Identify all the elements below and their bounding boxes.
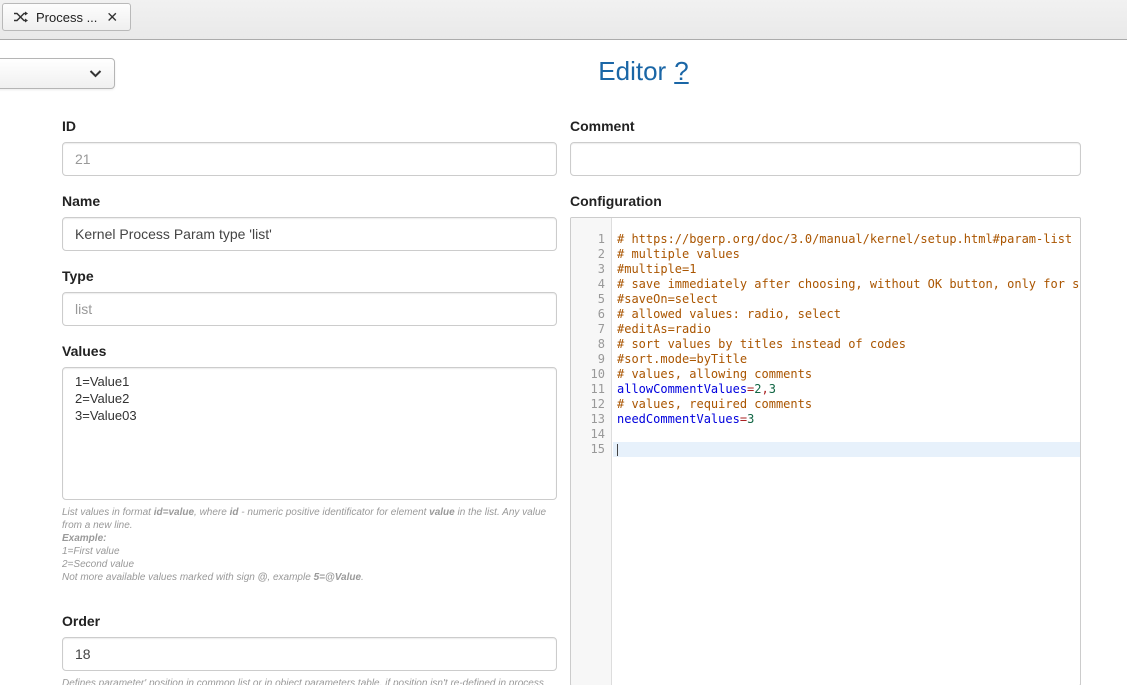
comment-group: Comment: [570, 118, 1081, 176]
configuration-label: Configuration: [570, 193, 1081, 209]
tab-bar: Process ... ✕: [0, 0, 1127, 40]
line-number: 9: [571, 352, 611, 367]
order-help-text: Defines parameter' position in common li…: [62, 677, 557, 685]
line-number: 2: [571, 247, 611, 262]
configuration-editor[interactable]: 123456789101112131415 # https://bgerp.or…: [570, 217, 1081, 685]
name-field[interactable]: [62, 217, 557, 251]
comment-label: Comment: [570, 118, 1081, 134]
id-field: [62, 142, 557, 176]
name-label: Name: [62, 193, 557, 209]
values-group: Values 1=Value1 2=Value2 3=Value03 List …: [62, 343, 557, 584]
code-line[interactable]: [613, 442, 1080, 457]
help-line: 1=First value: [62, 545, 557, 558]
line-number: 4: [571, 277, 611, 292]
help-line: Example:: [62, 532, 557, 545]
tab-process[interactable]: Process ... ✕: [2, 3, 131, 31]
values-textarea[interactable]: 1=Value1 2=Value2 3=Value03: [62, 367, 557, 500]
line-number: 3: [571, 262, 611, 277]
help-line: 2=Second value: [62, 558, 557, 571]
type-group: Type: [62, 268, 557, 326]
order-label: Order: [62, 613, 557, 629]
line-number: 10: [571, 367, 611, 382]
configuration-group: Configuration 123456789101112131415 # ht…: [570, 193, 1081, 685]
help-link[interactable]: ?: [674, 56, 688, 86]
code-line[interactable]: allowCommentValues=2,3: [613, 382, 1080, 397]
help-line: List values in format id=value, where id…: [62, 506, 557, 532]
values-label: Values: [62, 343, 557, 359]
line-number: 13: [571, 412, 611, 427]
code-line[interactable]: # multiple values: [613, 247, 1080, 262]
line-number: 7: [571, 322, 611, 337]
line-number: 6: [571, 307, 611, 322]
id-group: ID: [62, 118, 557, 176]
code-line[interactable]: # allowed values: radio, select: [613, 307, 1080, 322]
code-line[interactable]: [613, 427, 1080, 442]
code-line[interactable]: #multiple=1: [613, 262, 1080, 277]
order-field[interactable]: [62, 637, 557, 671]
name-group: Name: [62, 193, 557, 251]
line-number: 1: [571, 232, 611, 247]
page-title: Editor?: [160, 56, 1127, 87]
right-column: Comment Configuration 123456789101112131…: [570, 118, 1081, 685]
tab-label: Process ...: [36, 10, 97, 25]
code-line[interactable]: # sort values by titles instead of codes: [613, 337, 1080, 352]
left-column: ID Name Type Values 1=Value1 2=Value2 3=…: [62, 118, 557, 685]
line-number: 12: [571, 397, 611, 412]
line-number: 5: [571, 292, 611, 307]
shuffle-icon: [13, 11, 29, 23]
help-line: Not more available values marked with si…: [62, 571, 557, 584]
page: Process ... ✕ Editor? ID Name Type Value…: [0, 0, 1127, 685]
line-number: 8: [571, 337, 611, 352]
code-line[interactable]: #sort.mode=byTitle: [613, 352, 1080, 367]
code-line[interactable]: needCommentValues=3: [613, 412, 1080, 427]
code-area[interactable]: # https://bgerp.org/doc/3.0/manual/kerne…: [613, 218, 1080, 685]
values-help-text: List values in format id=value, where id…: [62, 506, 557, 584]
order-group: Order Defines parameter' position in com…: [62, 613, 557, 685]
code-line[interactable]: # https://bgerp.org/doc/3.0/manual/kerne…: [613, 232, 1080, 247]
comment-field[interactable]: [570, 142, 1081, 176]
line-number: 14: [571, 427, 611, 442]
param-type-select[interactable]: [0, 58, 115, 89]
id-label: ID: [62, 118, 557, 134]
code-line[interactable]: # values, allowing comments: [613, 367, 1080, 382]
tab-close-icon[interactable]: ✕: [104, 9, 120, 25]
help-line: Defines parameter' position in common li…: [62, 677, 557, 685]
code-line[interactable]: # values, required comments: [613, 397, 1080, 412]
line-number: 11: [571, 382, 611, 397]
line-number: 15: [571, 442, 611, 457]
type-field: [62, 292, 557, 326]
editor-title: Editor: [598, 56, 666, 86]
chevron-down-icon: [89, 65, 102, 83]
gutter: 123456789101112131415: [571, 218, 612, 685]
code-line[interactable]: # save immediately after choosing, witho…: [613, 277, 1080, 292]
code-line[interactable]: #editAs=radio: [613, 322, 1080, 337]
code-line[interactable]: #saveOn=select: [613, 292, 1080, 307]
text-cursor: [617, 444, 618, 456]
type-label: Type: [62, 268, 557, 284]
